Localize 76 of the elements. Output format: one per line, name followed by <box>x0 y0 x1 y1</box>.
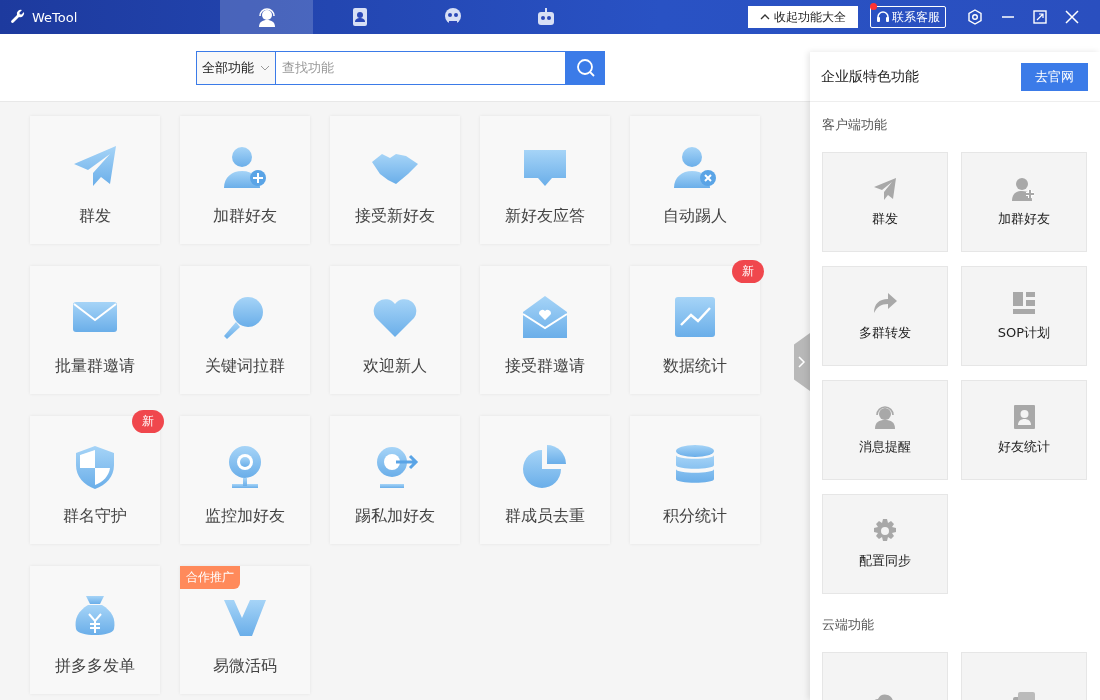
chevron-right-icon <box>798 356 806 368</box>
feature-card[interactable]: 接受群邀请 <box>480 266 610 394</box>
enterprise-feature-card[interactable]: 配置同步 <box>822 494 948 594</box>
layout-icon <box>1011 290 1037 316</box>
close-icon[interactable] <box>1065 10 1079 24</box>
feature-label: 欢迎新人 <box>363 355 427 377</box>
feature-card[interactable]: 拼多多发单 <box>30 566 160 694</box>
enterprise-feature-card[interactable]: SOP计划 <box>961 266 1087 366</box>
panel-title: 企业版特色功能 <box>821 67 919 86</box>
feature-card[interactable]: 群成员去重 <box>480 416 610 544</box>
add-user-icon <box>1011 176 1037 202</box>
promo-badge: 合作推广 <box>180 566 240 589</box>
feature-label: 新好友应答 <box>505 205 585 227</box>
wrench-icon <box>10 9 26 25</box>
feature-label: 群名守护 <box>63 505 127 527</box>
feature-label: 加群好友 <box>213 205 277 227</box>
chevron-up-icon <box>760 13 770 21</box>
collapse-features-button[interactable]: 收起功能大全 <box>748 6 858 28</box>
feature-card[interactable]: 监控加好友 <box>180 416 310 544</box>
enterprise-feature-card[interactable]: 多群转发 <box>822 266 948 366</box>
app-title: WeTool <box>32 9 78 25</box>
feature-label: 踢私加好友 <box>355 505 435 527</box>
feature-card[interactable]: 群发 <box>30 116 160 244</box>
customer-service-button[interactable]: 联系客服 <box>870 6 946 28</box>
feature-label: 积分统计 <box>663 505 727 527</box>
enterprise-feature-label: 加群好友 <box>998 210 1050 228</box>
category-dropdown[interactable]: 全部功能 <box>196 50 276 85</box>
official-site-button[interactable]: 去官网 <box>1021 62 1088 91</box>
feature-card[interactable]: 关键词拉群 <box>180 266 310 394</box>
feature-card[interactable]: 自动踢人 <box>630 116 760 244</box>
feature-label: 群发 <box>79 205 111 227</box>
feature-card[interactable]: 积分统计 <box>630 416 760 544</box>
search-icon <box>575 57 596 78</box>
feature-label: 监控加好友 <box>205 505 285 527</box>
feature-label: 易微活码 <box>213 655 277 677</box>
feature-label: 关键词拉群 <box>205 355 285 377</box>
enterprise-feature-label: 消息提醒 <box>859 438 911 456</box>
feature-label: 接受群邀请 <box>505 355 585 377</box>
feature-card[interactable]: 接受新好友 <box>330 116 460 244</box>
enterprise-feature-card[interactable]: 群发 <box>822 152 948 252</box>
contact-card-icon <box>1011 404 1037 430</box>
search-field[interactable]: 查找功能 <box>276 50 566 85</box>
enterprise-feature-label: SOP计划 <box>997 324 1051 342</box>
feature-badge: 新 <box>132 410 164 433</box>
feature-label: 自动踢人 <box>663 205 727 227</box>
enterprise-feature-card[interactable]: 好友统计 <box>961 380 1087 480</box>
feature-card[interactable]: 欢迎新人 <box>330 266 460 394</box>
feature-label: 批量群邀请 <box>55 355 135 377</box>
enterprise-feature-label: 好友统计 <box>998 438 1050 456</box>
feature-card[interactable]: 踢私加好友 <box>330 416 460 544</box>
section-title: 客户端功能 <box>822 116 888 134</box>
notification-dot <box>870 3 877 10</box>
enterprise-feature-label: 群发 <box>872 210 898 228</box>
feature-label: 群成员去重 <box>505 505 585 527</box>
feature-card[interactable]: 批量群邀请 <box>30 266 160 394</box>
paper-plane-icon <box>872 176 898 202</box>
feature-label: 数据统计 <box>663 355 727 377</box>
feature-card[interactable]: 合作推广 易微活码 <box>180 566 310 694</box>
feature-badge: 新 <box>732 260 764 283</box>
enterprise-feature-label: 多群转发 <box>859 324 911 342</box>
maximize-icon[interactable] <box>1033 10 1047 24</box>
enterprise-feature-card[interactable]: 加群好友 <box>961 152 1087 252</box>
feature-label: 拼多多发单 <box>55 655 135 677</box>
settings-icon[interactable] <box>967 9 983 25</box>
nav-tab[interactable] <box>220 0 313 34</box>
search-button[interactable] <box>566 50 605 85</box>
enterprise-feature-card[interactable]: 消息提醒 <box>822 380 948 480</box>
section-title: 云端功能 <box>822 616 875 634</box>
enterprise-feature-label: 配置同步 <box>859 552 911 570</box>
gear-icon <box>872 518 898 544</box>
feature-label: 接受新好友 <box>355 205 435 227</box>
headset-icon <box>876 10 890 24</box>
chevron-down-icon <box>260 64 270 71</box>
feature-card[interactable]: 加群好友 <box>180 116 310 244</box>
headset-icon <box>872 404 898 430</box>
feature-card[interactable]: 新好友应答 <box>480 116 610 244</box>
